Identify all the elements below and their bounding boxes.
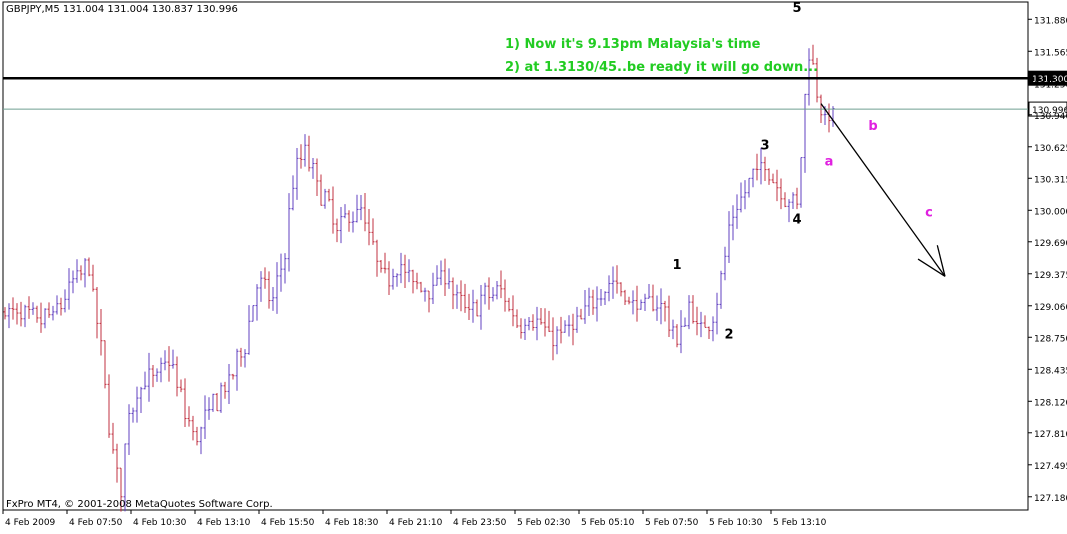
y-tick-label: 130.000 xyxy=(1034,207,1067,217)
wave-label: 2 xyxy=(724,327,733,342)
x-tick-label: 5 Feb 07:50 xyxy=(645,518,699,528)
y-tick-label: 127.810 xyxy=(1034,430,1067,440)
wave-label: c xyxy=(925,205,933,220)
y-tick-label: 128.435 xyxy=(1034,366,1067,376)
y-tick-label: 127.495 xyxy=(1034,462,1067,472)
y-tick-label: 131.880 xyxy=(1034,16,1067,26)
y-tick-label: 131.250 xyxy=(1034,80,1067,90)
y-tick-label: 130.315 xyxy=(1034,175,1067,185)
x-tick-label: 5 Feb 02:30 xyxy=(517,518,571,528)
x-tick-label: 5 Feb 13:10 xyxy=(773,518,827,528)
chart-background xyxy=(0,0,1067,530)
x-tick-label: 4 Feb 23:50 xyxy=(453,518,507,528)
annotation-line-2: 2) at 1.3130/45..be ready it will go dow… xyxy=(505,60,818,75)
wave-label: b xyxy=(868,119,877,134)
x-tick-label: 4 Feb 2009 xyxy=(5,518,56,528)
y-tick-label: 127.180 xyxy=(1034,494,1067,504)
wave-label: 3 xyxy=(760,138,769,153)
x-tick-label: 5 Feb 10:30 xyxy=(709,518,763,528)
wave-label: 4 xyxy=(792,212,801,227)
x-tick-label: 5 Feb 05:10 xyxy=(581,518,635,528)
chart-window: 131.300130.996 131.880131.565131.250130.… xyxy=(0,0,1067,530)
y-tick-label: 129.060 xyxy=(1034,303,1067,313)
y-tick-label: 130.940 xyxy=(1034,112,1067,122)
y-tick-label: 128.750 xyxy=(1034,334,1067,344)
x-tick-label: 4 Feb 21:10 xyxy=(389,518,443,528)
y-tick-label: 130.625 xyxy=(1034,144,1067,154)
x-tick-label: 4 Feb 18:30 xyxy=(325,518,379,528)
x-tick-label: 4 Feb 10:30 xyxy=(133,518,187,528)
y-tick-label: 129.375 xyxy=(1034,271,1067,281)
x-tick-label: 4 Feb 07:50 xyxy=(69,518,123,528)
x-tick-label: 4 Feb 13:10 xyxy=(197,518,251,528)
y-tick-label: 128.120 xyxy=(1034,398,1067,408)
annotation-line-1: 1) Now it's 9.13pm Malaysia's time xyxy=(505,37,761,52)
wave-label: a xyxy=(825,155,834,170)
wave-label: 5 xyxy=(792,1,801,16)
y-tick-label: 129.690 xyxy=(1034,239,1067,249)
x-tick-label: 4 Feb 15:50 xyxy=(261,518,315,528)
symbol-header: GBPJPY,M5 131.004 131.004 130.837 130.99… xyxy=(6,4,238,15)
copyright-footer: FxPro MT4, © 2001-2008 MetaQuotes Softwa… xyxy=(6,499,273,510)
price-chart[interactable]: 131.300130.996 131.880131.565131.250130.… xyxy=(0,0,1067,530)
wave-label: 1 xyxy=(672,258,681,273)
y-tick-label: 131.565 xyxy=(1034,48,1067,58)
